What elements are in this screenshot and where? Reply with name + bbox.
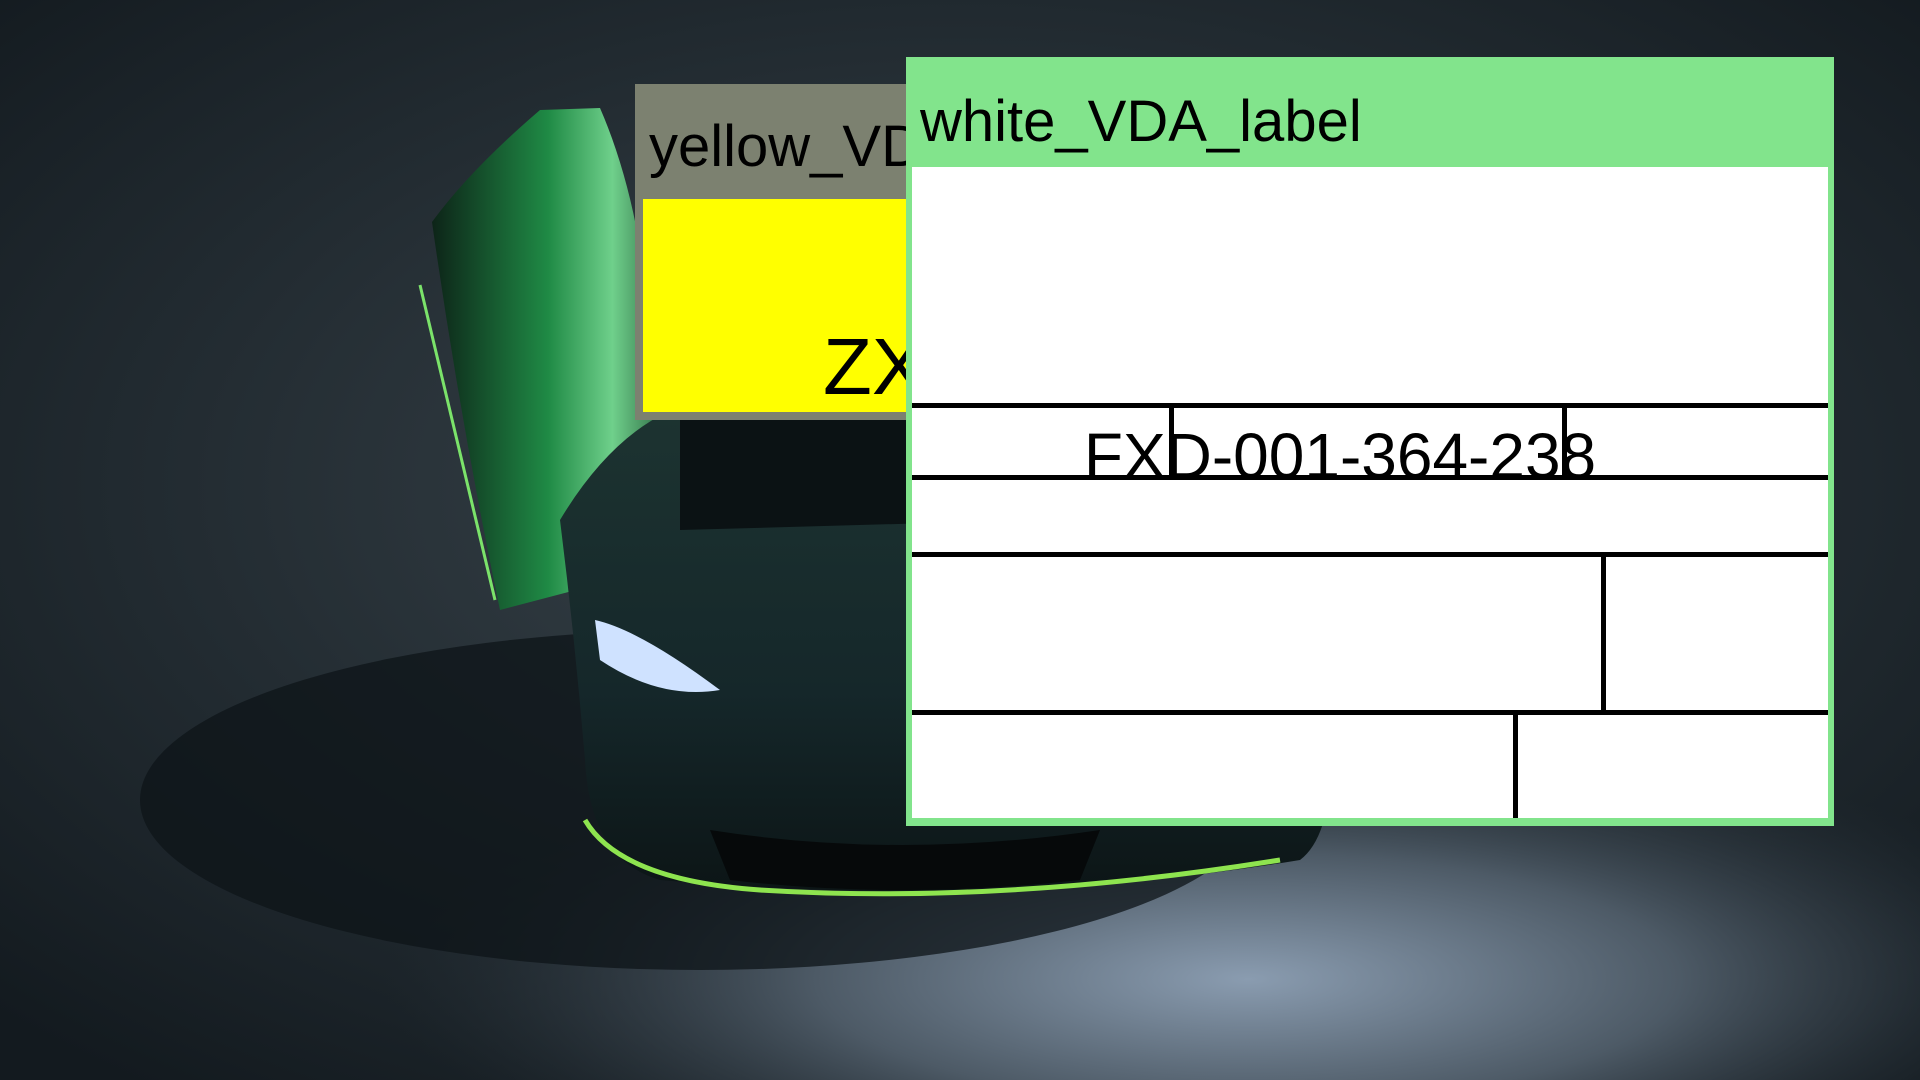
yellow-vda-label-panel[interactable]: yellow_VDA_label ZX xyxy=(635,84,1116,420)
white-label-card: FXD-001-364-238 xyxy=(912,167,1828,818)
yellow-label-field: ZX xyxy=(643,199,925,412)
panel-title: white_VDA_label xyxy=(920,89,1362,154)
label-divider xyxy=(912,710,1828,715)
label-divider xyxy=(1513,710,1518,818)
label-divider xyxy=(912,403,1828,408)
label-divider xyxy=(912,552,1828,557)
white-vda-label-panel[interactable]: white_VDA_label FXD-001-364-238 xyxy=(906,57,1834,826)
label-divider xyxy=(1601,552,1606,715)
label-id-text: FXD-001-364-238 xyxy=(1083,420,1597,492)
